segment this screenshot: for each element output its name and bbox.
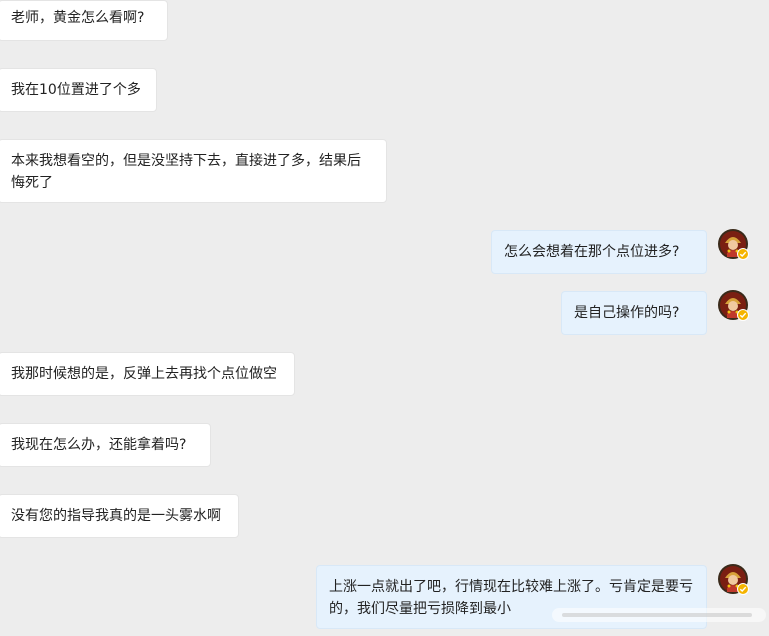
message-text: 我在10位置进了个多 (11, 82, 141, 98)
message-text: 本来我想看空的，但是没坚持下去，直接进了多，结果后悔死了 (11, 153, 361, 191)
message-text: 是自己操作的吗? (574, 305, 680, 321)
message-bubble-outgoing[interactable]: 怎么会想着在那个点位进多? (491, 230, 707, 274)
message-text: 没有您的指导我真的是一头雾水啊 (11, 508, 221, 524)
watermark (552, 608, 766, 622)
message-text: 我现在怎么办，还能拿着吗? (11, 437, 187, 453)
avatar[interactable] (718, 564, 749, 595)
avatar[interactable] (718, 290, 749, 321)
verified-badge-icon (737, 248, 749, 260)
message-bubble-outgoing[interactable]: 是自己操作的吗? (561, 291, 707, 335)
message-text: 老师，黄金怎么看啊? (11, 10, 145, 26)
verified-badge-icon (737, 309, 749, 321)
message-bubble-incoming[interactable]: 老师，黄金怎么看啊? (0, 0, 168, 41)
message-bubble-incoming[interactable]: 我那时候想的是，反弹上去再找个点位做空 (0, 352, 295, 396)
message-bubble-incoming[interactable]: 我现在怎么办，还能拿着吗? (0, 423, 211, 467)
message-text: 怎么会想着在那个点位进多? (504, 244, 680, 260)
message-bubble-incoming[interactable]: 我在10位置进了个多 (0, 68, 157, 112)
verified-badge-icon (737, 583, 749, 595)
chat-window: 老师，黄金怎么看啊? 我在10位置进了个多 本来我想看空的，但是没坚持下去，直接… (0, 0, 769, 636)
message-bubble-incoming[interactable]: 本来我想看空的，但是没坚持下去，直接进了多，结果后悔死了 (0, 139, 387, 203)
message-bubble-incoming[interactable]: 没有您的指导我真的是一头雾水啊 (0, 494, 239, 538)
message-text: 我那时候想的是，反弹上去再找个点位做空 (11, 366, 277, 382)
avatar[interactable] (718, 229, 749, 260)
